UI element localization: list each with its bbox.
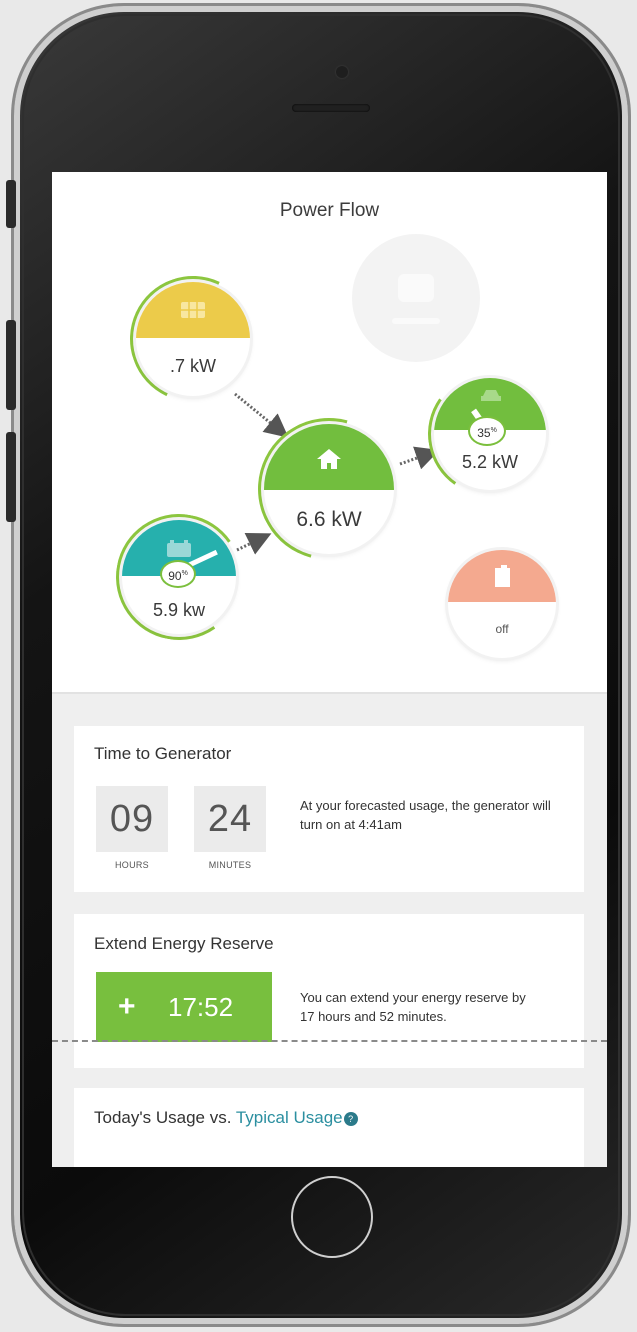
ev-node[interactable]: 35% 5.2 kW <box>434 378 546 490</box>
house-icon <box>317 449 341 469</box>
minutes-label: MINUTES <box>208 860 252 870</box>
fold-guide-line <box>52 1040 607 1042</box>
solar-panel-icon <box>181 302 205 318</box>
time-to-generator-card: Time to Generator 09 : 24 HOURS MINUTES … <box>74 726 584 892</box>
extend-reserve-time: 17:52 <box>168 992 234 1022</box>
extend-reserve-button[interactable]: + 17:52 <box>96 972 272 1042</box>
home-value: 6.6 kW <box>296 508 362 531</box>
front-camera <box>336 66 348 78</box>
car-icon <box>481 390 501 401</box>
usage-card: Today's Usage vs. Typical Usage? <box>74 1088 584 1167</box>
mute-switch[interactable] <box>6 180 16 228</box>
generator-node[interactable]: off <box>448 550 556 658</box>
battery-percent-badge: 90% <box>160 560 196 588</box>
usage-title: Today's Usage vs. Typical Usage? <box>94 1108 358 1128</box>
earpiece-speaker <box>292 104 370 112</box>
power-flow-panel: Power Flow .7 kW 6.6 kW 90% 5.9 kw 35% 5… <box>52 172 607 694</box>
battery-icon <box>167 540 191 557</box>
battery-node[interactable]: 90% 5.9 kw <box>122 520 236 634</box>
solar-value: .7 kW <box>169 356 216 376</box>
fuel-can-icon <box>495 565 510 587</box>
ev-value: 5.2 kW <box>461 452 518 472</box>
help-icon[interactable]: ? <box>343 1111 358 1126</box>
hours-display: 09 <box>96 786 168 852</box>
app-screen: Power Flow .7 kW 6.6 kW 90% 5.9 kw 35% 5… <box>52 172 607 1167</box>
volume-down-button[interactable] <box>6 432 16 522</box>
battery-value: 5.9 kw <box>152 600 206 620</box>
home-node[interactable]: 6.6 kW <box>264 424 394 554</box>
minutes-display: 24 <box>194 786 266 852</box>
generator-status: off <box>495 622 509 636</box>
plus-icon: + <box>118 990 136 1023</box>
extend-reserve-text: You can extend your energy reserve by 17… <box>300 990 526 1024</box>
time-to-generator-title: Time to Generator <box>94 744 232 763</box>
hours-label: HOURS <box>114 860 149 870</box>
home-button[interactable] <box>291 1176 373 1258</box>
solar-node[interactable]: .7 kW <box>136 282 250 396</box>
ev-percent-badge: 35% <box>468 416 506 446</box>
extend-reserve-title: Extend Energy Reserve <box>94 934 274 953</box>
typical-usage-link[interactable]: Typical Usage <box>236 1108 343 1127</box>
generator-forecast-text: At your forecasted usage, the generator … <box>300 798 551 832</box>
volume-up-button[interactable] <box>6 320 16 410</box>
extend-reserve-card: Extend Energy Reserve + 17:52 You can ex… <box>74 914 584 1068</box>
